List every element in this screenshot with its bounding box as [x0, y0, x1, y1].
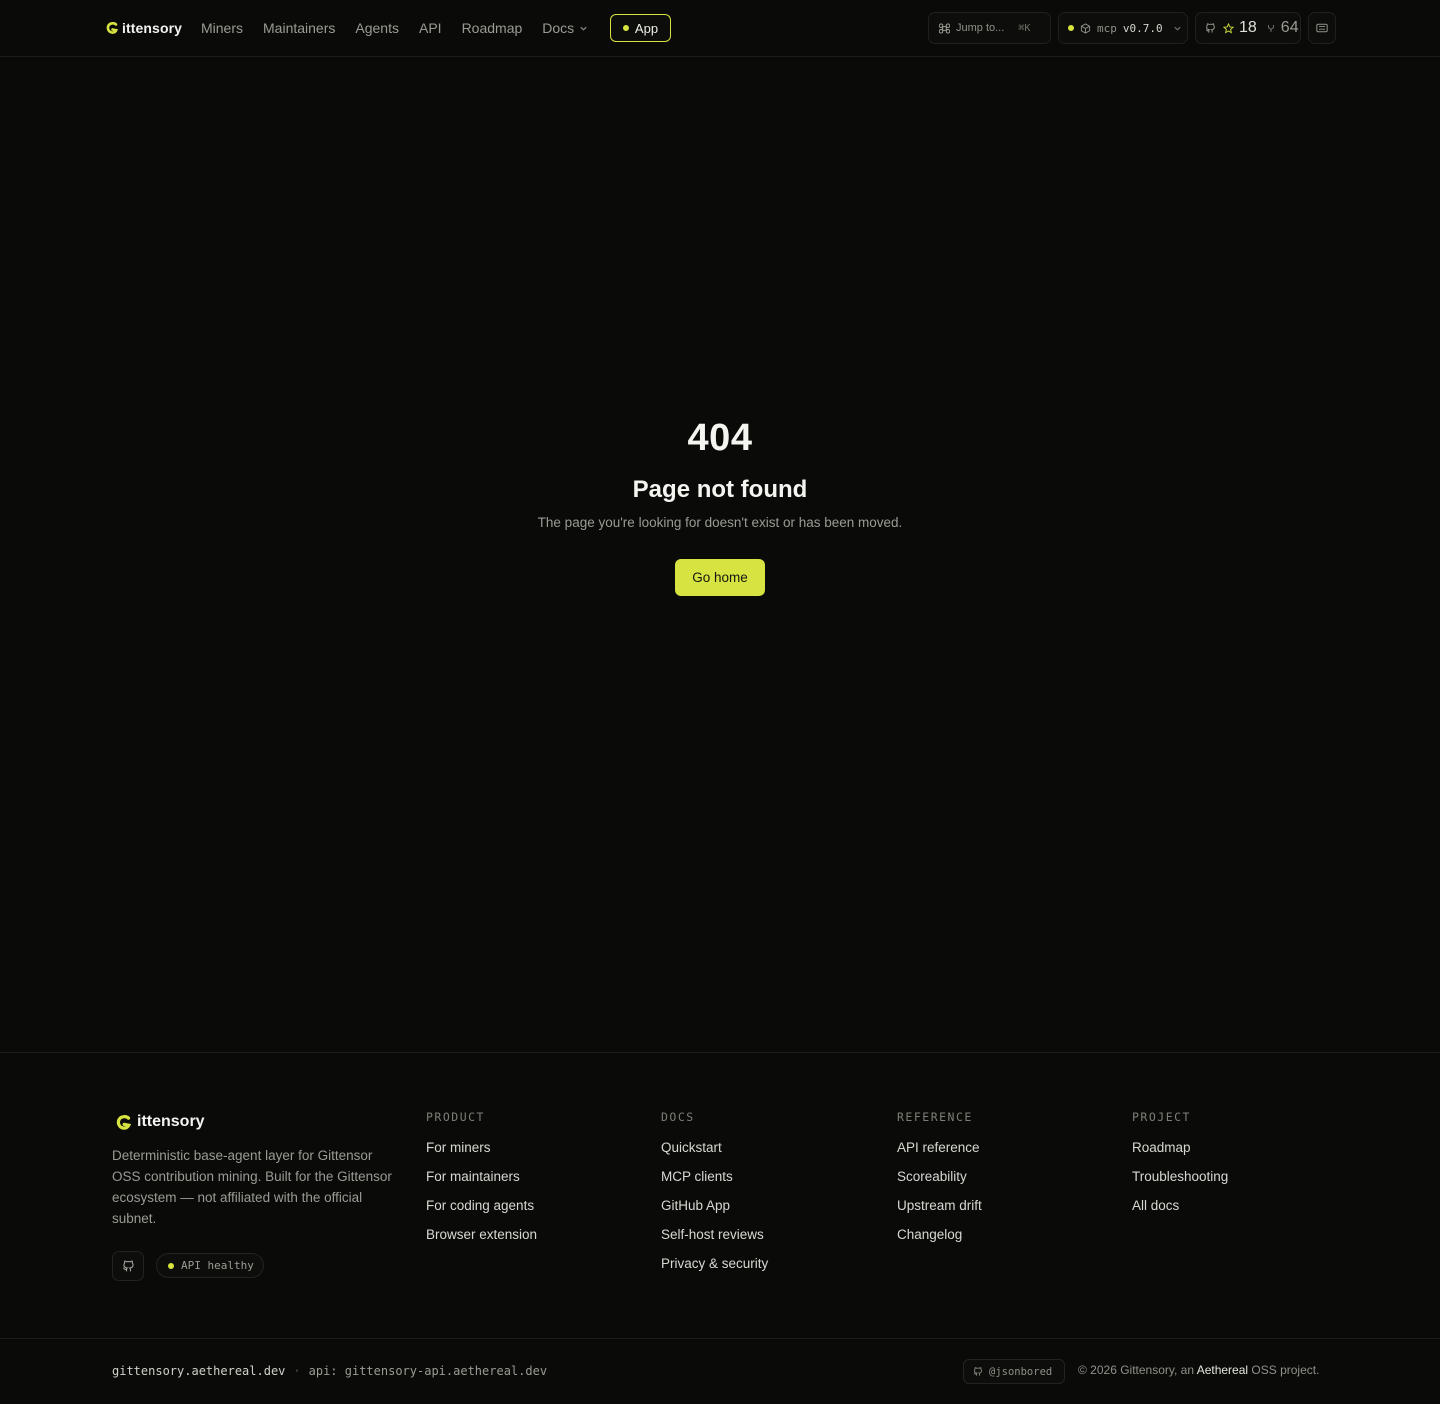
footer-column-product: PRODUCT For miners For maintainers For c… — [426, 1110, 537, 1255]
footer-link-changelog[interactable]: Changelog — [897, 1226, 982, 1255]
github-repo-link[interactable]: 18 64 — [1195, 12, 1301, 44]
github-icon — [1205, 23, 1215, 33]
github-icon — [122, 1260, 134, 1272]
footer-link-api-reference[interactable]: API reference — [897, 1139, 982, 1168]
domain-info: gittensory.aethereal.dev · api: gittenso… — [112, 1363, 547, 1379]
aethereal-link[interactable]: Aethereal — [1197, 1363, 1248, 1377]
github-icon — [973, 1367, 982, 1376]
brand-logo-link[interactable]: ittensory — [106, 18, 182, 38]
footer-link-self-host-reviews[interactable]: Self-host reviews — [661, 1226, 768, 1255]
footer-bottom-bar: gittensory.aethereal.dev · api: gittenso… — [0, 1338, 1440, 1404]
brand-g-icon — [106, 22, 118, 34]
app-button[interactable]: App — [610, 14, 671, 42]
fork-icon — [1267, 24, 1274, 32]
brand-g-icon — [116, 1114, 131, 1130]
footer-link-all-docs[interactable]: All docs — [1132, 1197, 1228, 1226]
footer-heading: REFERENCE — [897, 1110, 973, 1124]
separator: · — [293, 1364, 301, 1378]
cube-icon — [1080, 22, 1091, 34]
nav-miners[interactable]: Miners — [201, 20, 243, 36]
app-button-label: App — [634, 20, 659, 36]
jump-to-label: Jump to... — [956, 22, 1005, 34]
footer-heading: DOCS — [661, 1110, 695, 1124]
star-icon — [1223, 22, 1234, 34]
footer-link-for-coding-agents[interactable]: For coding agents — [426, 1197, 537, 1226]
jump-shortcut: ⌘K — [1018, 22, 1031, 34]
nav-roadmap[interactable]: Roadmap — [462, 20, 523, 36]
api-domain-link[interactable]: api: gittensory-api.aethereal.dev — [309, 1364, 547, 1378]
footer-link-scoreability[interactable]: Scoreability — [897, 1168, 982, 1197]
github-user-link[interactable]: @jsonbored — [963, 1359, 1065, 1384]
star-count: 18 — [1239, 19, 1257, 36]
footer-link-upstream-drift[interactable]: Upstream drift — [897, 1197, 982, 1226]
brand-name: ittensory — [122, 20, 183, 36]
mcp-status-dot — [1068, 25, 1074, 31]
nav-agents[interactable]: Agents — [355, 20, 399, 36]
github-username: @jsonbored — [989, 1365, 1053, 1378]
chevron-down-icon — [1174, 26, 1181, 31]
copyright-suffix: OSS project. — [1251, 1363, 1320, 1377]
api-status-dot — [168, 1262, 174, 1269]
site-domain-link[interactable]: gittensory.aethereal.dev — [112, 1364, 285, 1378]
mcp-version: v0.7.0 — [1122, 21, 1163, 35]
footer-link-for-miners[interactable]: For miners — [426, 1139, 537, 1168]
footer-heading: PROJECT — [1132, 1110, 1191, 1124]
footer-heading: PRODUCT — [426, 1110, 485, 1124]
keyboard-icon — [1316, 23, 1328, 33]
copyright: © 2026 Gittensory, an Aethereal OSS proj… — [1078, 1363, 1319, 1379]
footer-link-for-maintainers[interactable]: For maintainers — [426, 1168, 537, 1197]
chevron-down-icon — [580, 26, 587, 31]
error-description: The page you're looking for doesn't exis… — [537, 515, 903, 530]
keyboard-shortcuts-button[interactable] — [1308, 12, 1336, 44]
nav-maintainers[interactable]: Maintainers — [263, 20, 335, 36]
footer-link-mcp-clients[interactable]: MCP clients — [661, 1168, 768, 1197]
footer-link-troubleshooting[interactable]: Troubleshooting — [1132, 1168, 1228, 1197]
top-navbar: ittensory Miners Maintainers Agents API … — [0, 0, 1440, 57]
footer-link-github-app[interactable]: GitHub App — [661, 1197, 768, 1226]
api-status-label: API healthy — [181, 1259, 254, 1272]
footer-brand[interactable]: ittensory — [116, 1111, 205, 1133]
footer-brand-name: ittensory — [137, 1113, 205, 1130]
not-found-section: 404 Page not found The page you're looki… — [0, 57, 1440, 1053]
status-dot — [622, 25, 629, 31]
command-icon — [939, 22, 950, 34]
nav-docs-label: Docs — [542, 20, 575, 36]
mcp-version-dropdown[interactable]: mcp v0.7.0 — [1058, 12, 1188, 44]
main-nav: Miners Maintainers Agents API Roadmap Do… — [201, 18, 588, 38]
footer-link-browser-extension[interactable]: Browser extension — [426, 1226, 537, 1255]
go-home-button[interactable]: Go home — [675, 559, 765, 596]
footer-link-roadmap[interactable]: Roadmap — [1132, 1139, 1228, 1168]
mcp-label: mcp — [1097, 21, 1117, 35]
jump-to-search[interactable]: Jump to... ⌘K — [928, 12, 1051, 44]
footer-description: Deterministic base-agent layer for Gitte… — [112, 1148, 392, 1226]
copyright-prefix: © 2026 Gittensory, an — [1078, 1363, 1195, 1377]
footer-column-project: PROJECT Roadmap Troubleshooting All docs — [1132, 1110, 1228, 1226]
page-title: Page not found — [632, 476, 808, 503]
footer-column-docs: DOCS Quickstart MCP clients GitHub App S… — [661, 1110, 768, 1284]
footer-github-button[interactable] — [112, 1251, 144, 1281]
error-code: 404 — [687, 417, 753, 459]
nav-docs-dropdown[interactable]: Docs — [542, 20, 588, 36]
nav-api[interactable]: API — [419, 20, 442, 36]
footer-column-reference: REFERENCE API reference Scoreability Ups… — [897, 1110, 982, 1255]
footer-link-privacy-security[interactable]: Privacy & security — [661, 1255, 768, 1284]
footer-link-quickstart[interactable]: Quickstart — [661, 1139, 768, 1168]
fork-count: 64 — [1280, 19, 1299, 36]
api-status-badge[interactable]: API healthy — [156, 1253, 264, 1278]
